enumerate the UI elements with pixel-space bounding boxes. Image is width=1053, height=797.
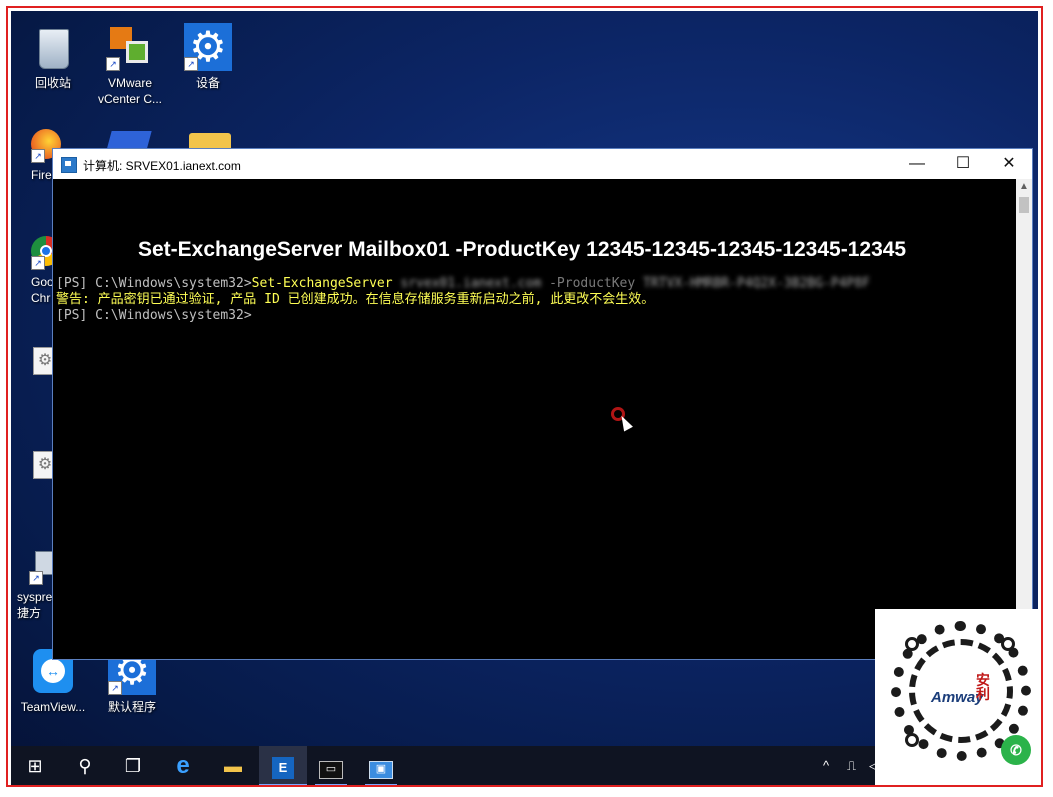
- close-button[interactable]: ✕: [986, 149, 1032, 179]
- desktop-icon-settings[interactable]: ⚙ ↗ 设备: [168, 23, 248, 91]
- computer-icon: ▣: [369, 761, 393, 779]
- network-icon[interactable]: ⎍: [847, 746, 856, 785]
- console-param: -ProductKey: [549, 276, 636, 291]
- taskbar-remote-app[interactable]: ▣: [357, 746, 405, 785]
- console-cmdlet: Set-ExchangeServer: [251, 276, 393, 291]
- console-prompt: [PS] C:\Windows\system32>: [56, 276, 252, 291]
- task-view-icon: ❐: [124, 756, 142, 776]
- task-view-button[interactable]: ❐: [109, 746, 157, 785]
- taskbar-console[interactable]: ▭: [307, 746, 355, 785]
- desktop-icon-recycle-bin[interactable]: 回收站: [13, 23, 93, 91]
- console-line-command: [PS] C:\Windows\system32>Set-ExchangeSer…: [56, 276, 870, 292]
- scroll-up-icon[interactable]: ▲: [1016, 181, 1032, 192]
- console-output[interactable]: Set-ExchangeServer Mailbox01 -ProductKey…: [53, 179, 1016, 659]
- console-line-warning: 警告: 产品密钥已通过验证, 产品 ID 已创建成功。在信息存储服务重新启动之前…: [56, 292, 655, 307]
- app-icon: [61, 157, 77, 173]
- console-icon: ▭: [319, 761, 343, 779]
- console-server-redacted: srvex01.ianext.com: [400, 276, 542, 291]
- exchange-icon: E: [272, 757, 294, 779]
- search-icon: ⚲: [78, 756, 92, 776]
- recycle-bin-icon: [29, 23, 77, 71]
- wechat-icon: ✆: [1001, 735, 1031, 765]
- qr-eye: [905, 733, 919, 747]
- window-titlebar[interactable]: 计算机: SRVEX01.ianext.com — ☐ ✕: [53, 149, 1032, 179]
- qr-stamp: 安 利: [976, 672, 990, 702]
- desktop-icon-label: 回收站: [34, 76, 71, 90]
- console-key-redacted: TRTVX-HMRBR-P4Q2X-3B2BG-P4P8F: [643, 276, 871, 291]
- maximize-button[interactable]: ☐: [940, 149, 986, 179]
- command-caption: Set-ExchangeServer Mailbox01 -ProductKey…: [138, 238, 907, 261]
- exchange-shell-window[interactable]: 计算机: SRVEX01.ianext.com — ☐ ✕ Set-Exchan…: [52, 148, 1033, 660]
- vertical-scrollbar[interactable]: ▲: [1016, 179, 1032, 659]
- scrollbar-thumb[interactable]: [1019, 197, 1029, 213]
- tray-chevron-icon[interactable]: ^: [823, 746, 829, 785]
- desktop-icon-label: VMware vCenter C...: [97, 76, 163, 106]
- desktop: 回收站 ↗ VMware vCenter C... ⚙ ↗ 设备 ↗ Fire: [11, 11, 1038, 785]
- mouse-pointer-icon: [617, 413, 633, 432]
- console-line-prompt: [PS] C:\Windows\system32>: [56, 308, 252, 323]
- taskbar-exchange-shell[interactable]: E: [259, 746, 307, 785]
- ie-icon: e: [176, 752, 190, 779]
- clock[interactable]: 20 12: [949, 751, 977, 785]
- gear-icon: ⚙ ↗: [184, 23, 232, 71]
- start-button[interactable]: ⊞: [11, 746, 59, 785]
- desktop-icon-label: 设备: [195, 76, 220, 90]
- taskbar-file-explorer[interactable]: ▬: [209, 746, 257, 785]
- screenshot-frame: 回收站 ↗ VMware vCenter C... ⚙ ↗ 设备 ↗ Fire: [6, 6, 1043, 787]
- qr-eye: [1001, 637, 1015, 651]
- windows-icon: ⊞: [27, 756, 43, 776]
- minimize-button[interactable]: —: [894, 149, 940, 179]
- desktop-icon-vmware[interactable]: ↗ VMware vCenter C...: [90, 23, 170, 107]
- language-indicator[interactable]: 英: [899, 746, 912, 785]
- qr-eye: [905, 637, 919, 651]
- desktop-icon-label: TeamView...: [20, 700, 86, 714]
- vmware-icon: ↗: [106, 23, 154, 71]
- folder-icon: ▬: [224, 756, 242, 776]
- window-title: 计算机: SRVEX01.ianext.com: [83, 159, 241, 173]
- desktop-icon-label: 默认程序: [107, 700, 156, 714]
- taskbar-internet-explorer[interactable]: e: [159, 746, 207, 785]
- search-button[interactable]: ⚲: [61, 746, 109, 785]
